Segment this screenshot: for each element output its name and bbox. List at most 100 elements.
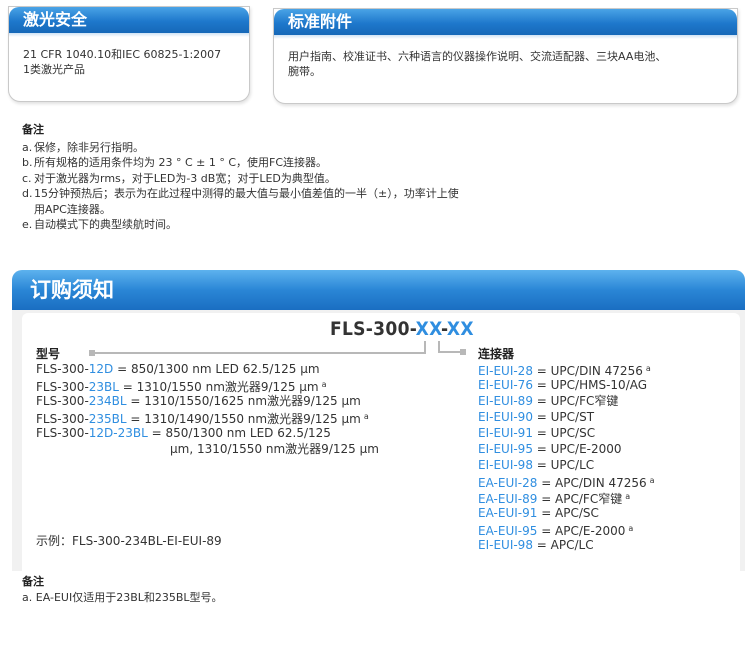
- connector-code: EI-EUI-91: [478, 426, 533, 440]
- model-row: FLS-300-234BL = 1310/1550/1625 nm激光器9/12…: [36, 393, 361, 409]
- connector-label: 连接器: [478, 347, 515, 361]
- note-item: b. 所有规格的适用条件均为 23 ° C ± 1 ° C，使用FC连接器。: [22, 155, 459, 171]
- model-desc: = 850/1300 nm LED 62.5/125: [147, 426, 331, 440]
- model-desc: = 850/1300 nm LED 62.5/125 µm: [113, 362, 320, 376]
- note-letter: a.: [22, 140, 33, 154]
- model-code: 234BL: [88, 394, 127, 408]
- connector-line: [438, 351, 460, 353]
- connector-code: EA-EUI-89: [478, 492, 538, 506]
- connector-row: EI-EUI-91 = UPC/SC: [478, 425, 595, 441]
- note-item: e. 自动模式下的典型续航时间。: [22, 217, 459, 233]
- connector-row: EI-EUI-95 = UPC/E-2000: [478, 441, 622, 457]
- connector-desc: = UPC/ST: [532, 410, 595, 424]
- standard-accessories-box: 标准附件 用户指南、校准证书、六种语言的仪器操作说明、交流适配器、三块AA电池、…: [273, 8, 738, 104]
- connector-desc: = UPC/E-2000: [532, 442, 622, 456]
- bottom-notes: 备注 a. EA-EUI仅适用于23BL和235BL型号。: [22, 574, 223, 605]
- connector-code: EI-EUI-90: [478, 410, 533, 424]
- model-prefix: FLS-300-: [36, 426, 89, 440]
- note-text: 自动模式下的典型续航时间。: [34, 218, 177, 231]
- connector-code: EI-EUI-98: [478, 538, 533, 552]
- model-code: 12D-23BL: [88, 426, 148, 440]
- connector-code: EA-EUI-91: [478, 506, 538, 520]
- model-connector-riser: [424, 341, 426, 354]
- connector-row: EI-EUI-76 = UPC/HMS-10/AG: [478, 377, 647, 393]
- footnote-mark: a: [625, 492, 631, 501]
- connector-code: EI-EUI-95: [478, 442, 533, 456]
- notes-section: 备注 a. 保修，除非另行指明。 b. 所有规格的适用条件均为 23 ° C ± 1…: [22, 122, 459, 233]
- standard-accessories-title: 标准附件: [274, 9, 737, 39]
- connector-desc: = UPC/LC: [532, 458, 595, 472]
- bottom-note-item: a. EA-EUI仅适用于23BL和235BL型号。: [22, 590, 223, 606]
- connector-desc: = APC/DIN 47256: [537, 476, 647, 490]
- accessories-line: 用户指南、校准证书、六种语言的仪器操作说明、交流适配器、三块AA电池、: [288, 50, 667, 63]
- model-label: 型号: [36, 347, 61, 361]
- laser-safety-box: 激光安全 21 CFR 1040.10和IEC 60825-1:2007 1类激…: [8, 6, 250, 102]
- standard-accessories-body: 用户指南、校准证书、六种语言的仪器操作说明、交流适配器、三块AA电池、 腕带。: [274, 35, 737, 79]
- footnote-mark: a: [645, 364, 651, 373]
- note-text: 保修，除非另行指明。: [34, 140, 144, 154]
- connector-code: EI-EUI-98: [478, 458, 533, 472]
- connector-row: EA-EUI-91 = APC/SC: [478, 505, 599, 521]
- note-text: 用APC连接器。: [34, 202, 111, 216]
- connector-desc: = UPC/DIN 47256: [532, 364, 643, 378]
- footnote-mark: a: [628, 524, 634, 533]
- note-item: a. 保修，除非另行指明。: [22, 140, 459, 156]
- connector-code: EI-EUI-28: [478, 364, 533, 378]
- laser-safety-title: 激光安全: [9, 7, 249, 37]
- connector-desc: = UPC/SC: [532, 426, 596, 440]
- ordering-title: 订购须知: [12, 270, 745, 310]
- connector-code: EA-EUI-28: [478, 476, 538, 490]
- connector-desc: = APC/LC: [532, 538, 594, 552]
- note-letter: e.: [22, 218, 33, 231]
- model-prefix: FLS-300-: [36, 362, 89, 376]
- connector-code: EI-EUI-89: [478, 394, 533, 408]
- connector-desc: = APC/FC窄键: [537, 492, 623, 506]
- bottom-notes-title: 备注: [22, 575, 44, 588]
- footnote-mark: a: [321, 380, 327, 389]
- model-prefix: FLS-300-: [36, 380, 89, 394]
- model-connector-line: [95, 352, 425, 354]
- connector-desc: = UPC/HMS-10/AG: [532, 378, 648, 392]
- connector-desc: = UPC/FC窄键: [532, 394, 619, 408]
- model-code: 23BL: [88, 380, 119, 394]
- model-code: 235BL: [88, 412, 127, 426]
- laser-safety-line: 1类激光产品: [23, 63, 85, 76]
- note-letter: d.: [22, 187, 33, 200]
- note-text: 对于激光器为rms，对于LED为-3 dB宽；对于LED为典型值。: [34, 171, 336, 185]
- connector-desc: = APC/E-2000: [537, 524, 626, 538]
- model-desc: = 1310/1550 nm激光器9/125 µm: [118, 380, 319, 394]
- note-letter: c.: [22, 171, 32, 185]
- model-code: 12D: [88, 362, 114, 376]
- note-letter: [22, 202, 34, 218]
- connector-code: EI-EUI-76: [478, 378, 533, 392]
- order-example: 示例：FLS-300-234BL-EI-EUI-89: [36, 534, 222, 548]
- notes-title: 备注: [22, 123, 44, 136]
- model-row: FLS-300-12D-23BL = 850/1300 nm LED 62.5/…: [36, 425, 331, 441]
- laser-safety-line: 21 CFR 1040.10和IEC 60825-1:2007: [23, 48, 222, 61]
- part-number-prefix: FLS-300-: [330, 318, 416, 340]
- note-item: d. 15分钟预热后；表示为在此过程中测得的最大值与最小值差值的一半（±），功率计…: [22, 186, 459, 202]
- model-row: FLS-300-12D = 850/1300 nm LED 62.5/125 µ…: [36, 361, 320, 377]
- note-item: 用APC连接器。: [22, 202, 459, 218]
- note-text: 所有规格的适用条件均为 23 ° C ± 1 ° C，使用FC连接器。: [34, 156, 328, 169]
- note-text: EA-EUI仅适用于23BL和235BL型号。: [35, 590, 223, 604]
- connector-row: EI-EUI-89 = UPC/FC窄键: [478, 393, 618, 409]
- part-number-template: FLS-300-XX-XX: [330, 318, 474, 340]
- note-letter: a.: [22, 590, 33, 604]
- connector-desc: = APC/SC: [537, 506, 599, 520]
- model-prefix: FLS-300-: [36, 412, 89, 426]
- footnote-mark: a: [649, 476, 655, 485]
- accessories-line: 腕带。: [288, 65, 321, 78]
- laser-safety-body: 21 CFR 1040.10和IEC 60825-1:2007 1类激光产品: [9, 33, 249, 77]
- note-text: 15分钟预热后；表示为在此过程中测得的最大值与最小值差值的一半（±），功率计上使: [34, 187, 459, 200]
- model-prefix: FLS-300-: [36, 394, 89, 408]
- model-desc: = 1310/1490/1550 nm激光器9/125 µm: [126, 412, 361, 426]
- connector-row: EI-EUI-98 = APC/LC: [478, 537, 594, 553]
- model-row-continuation: µm, 1310/1550 nm激光器9/125 µm: [170, 442, 379, 456]
- connector-row: EI-EUI-98 = UPC/LC: [478, 457, 594, 473]
- note-letter: b.: [22, 156, 33, 169]
- part-number-connector-placeholder: XX: [446, 318, 474, 340]
- connector-row: EI-EUI-90 = UPC/ST: [478, 409, 594, 425]
- footnote-mark: a: [363, 412, 369, 421]
- note-item: c. 对于激光器为rms，对于LED为-3 dB宽；对于LED为典型值。: [22, 171, 459, 187]
